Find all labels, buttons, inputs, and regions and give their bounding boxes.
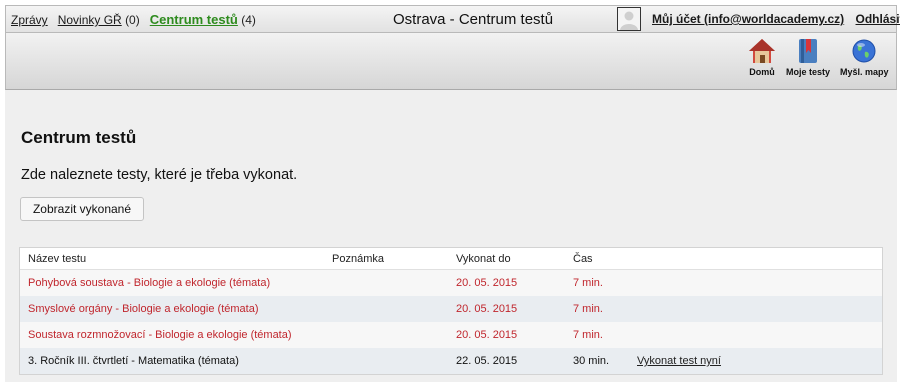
test-name: 3. Ročník III. čtvrtletí - Matematika (t…	[28, 355, 239, 367]
novinky-count: (0)	[125, 13, 140, 27]
page-title: Ostrava - Centrum testů	[393, 11, 554, 28]
take-test-now-link[interactable]: Vykonat test nyní	[637, 355, 721, 367]
user-avatar[interactable]	[617, 7, 641, 31]
my-tests-label: Moje testy	[786, 67, 831, 77]
test-name: Pohybová soustava - Biologie a ekologie …	[28, 277, 271, 289]
globe-icon	[840, 37, 889, 65]
header-due: Vykonat do	[456, 253, 511, 265]
test-time: 7 min.	[573, 329, 603, 341]
section-heading: Centrum testů	[21, 128, 137, 147]
test-name: Smyslové orgány - Biologie a ekologie (t…	[28, 303, 259, 315]
home-label: Domů	[749, 67, 775, 77]
test-due: 20. 05. 2015	[456, 329, 518, 341]
nav-links: Zprávy Novinky GŘ (0) Centrum testů (4)	[11, 12, 256, 27]
show-completed-button[interactable]: Zobrazit vykonané	[20, 197, 144, 221]
mind-maps-button[interactable]: Myšl. mapy	[840, 37, 889, 77]
top-navigation-bar: Zprávy Novinky GŘ (0) Centrum testů (4) …	[5, 5, 900, 33]
centrum-count: (4)	[241, 13, 256, 27]
account-link[interactable]: Můj účet (info@worldacademy.cz)	[652, 12, 844, 26]
toolbar: Domů Moje testy Myšl. mapy	[5, 33, 897, 90]
table-header-row: Název testu Poznámka Vykonat do Čas	[20, 248, 882, 270]
table-row[interactable]: 3. Ročník III. čtvrtletí - Matematika (t…	[20, 348, 882, 374]
test-name: Soustava rozmnožovací - Biologie a ekolo…	[28, 329, 292, 341]
nav-link-novinky[interactable]: Novinky GŘ	[58, 13, 122, 27]
home-button[interactable]: Domů	[747, 37, 777, 77]
header-note: Poznámka	[332, 253, 384, 265]
tests-table: Název testu Poznámka Vykonat do Čas Pohy…	[19, 247, 883, 375]
table-row[interactable]: Smyslové orgány - Biologie a ekologie (t…	[20, 296, 882, 322]
header-name: Název testu	[28, 253, 87, 265]
my-tests-button[interactable]: Moje testy	[786, 37, 830, 77]
test-due: 20. 05. 2015	[456, 303, 518, 315]
table-row[interactable]: Pohybová soustava - Biologie a ekologie …	[20, 270, 882, 296]
test-due: 20. 05. 2015	[456, 277, 518, 289]
test-due: 22. 05. 2015	[456, 355, 518, 367]
test-time: 7 min.	[573, 277, 603, 289]
test-time: 30 min.	[573, 355, 610, 367]
book-icon	[786, 37, 830, 65]
table-row[interactable]: Soustava rozmnožovací - Biologie a ekolo…	[20, 322, 882, 348]
logout-link[interactable]: Odhlásit	[856, 12, 900, 26]
mind-maps-label: Myšl. mapy	[840, 67, 889, 77]
main-content: Centrum testů Zde naleznete testy, které…	[5, 90, 897, 382]
nav-link-zpravy[interactable]: Zprávy	[11, 13, 48, 27]
nav-link-centrum-testu[interactable]: Centrum testů	[150, 12, 238, 27]
test-time: 7 min.	[573, 303, 603, 315]
house-icon	[747, 37, 777, 65]
header-time: Čas	[573, 253, 593, 265]
account-links: Můj účet (info@worldacademy.cz) Odhlásit	[652, 12, 900, 26]
section-description: Zde naleznete testy, které je třeba vyko…	[21, 167, 298, 183]
